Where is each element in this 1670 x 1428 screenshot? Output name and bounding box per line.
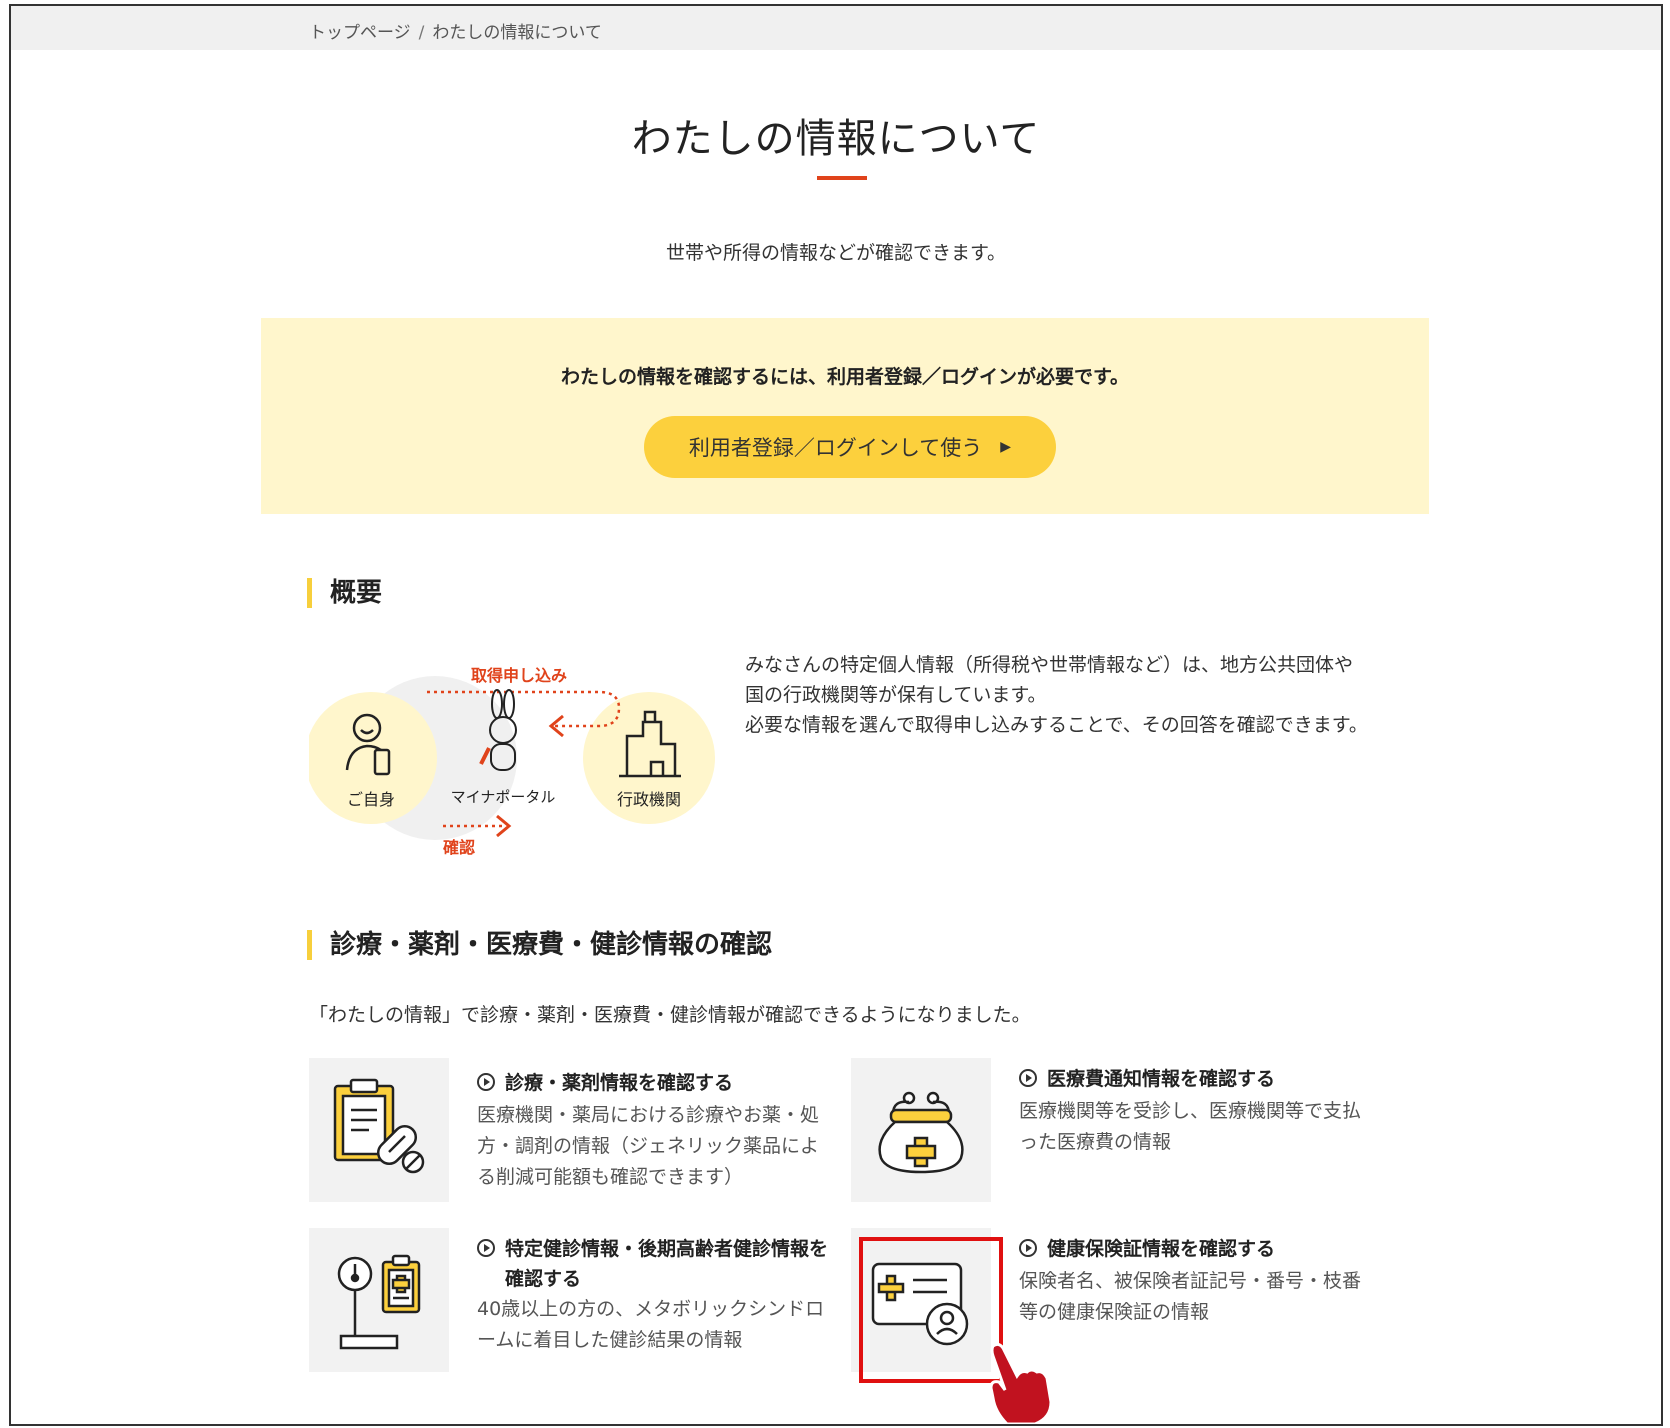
card-link-label: 確認する: [505, 1268, 582, 1290]
login-button-label: 利用者登録／ログインして使う: [688, 436, 983, 460]
card-link-label: 健康保険証情報を確認する: [1047, 1238, 1276, 1260]
title-underline: [817, 176, 867, 180]
card-desc-line: る削減可能額も確認できます）: [477, 1166, 744, 1188]
login-button[interactable]: 利用者登録／ログインして使う ▶: [644, 416, 1056, 478]
card-link-label: 特定健診情報・後期高齢者健診情報を: [505, 1238, 829, 1260]
diagram-portal-label: マイナポータル: [450, 788, 556, 806]
circle-play-icon: [477, 1073, 495, 1091]
card-desc-line: 医療機関・薬局における診療やお薬・処: [477, 1104, 820, 1126]
card-description: 医療機関・薬局における診療やお薬・処 方・調剤の情報（ジェネリック薬品によ る削…: [477, 1100, 819, 1193]
overview-line: 必要な情報を選んで取得申し込みすることで、その回答を確認できます。: [745, 714, 1368, 736]
card-desc-line: 方・調剤の情報（ジェネリック薬品によ: [477, 1135, 820, 1157]
card-desc-line: 医療機関等を受診し、医療機関等で支払: [1019, 1100, 1362, 1122]
clipboard-pills-icon[interactable]: [309, 1058, 449, 1202]
overview-description: みなさんの特定個人情報（所得税や世帯情報など）は、地方公共団体や 国の行政機関等…: [745, 650, 1385, 740]
diagram-bottom-arrow-label: 確認: [443, 838, 476, 857]
diagram-agency-label: 行政機関: [616, 790, 681, 809]
breadcrumb-separator: /: [418, 23, 425, 43]
login-notice-text: わたしの情報を確認するには、利用者登録／ログインが必要です。: [560, 366, 1130, 388]
overview-heading: 概要: [307, 578, 382, 608]
card-description: 保険者名、被保険者証記号・番号・枝番 等の健康保険証の情報: [1019, 1266, 1361, 1328]
view-health-checkup-link[interactable]: 特定健診情報・後期高齢者健診情報を: [477, 1234, 828, 1261]
page-subtitle: 世帯や所得の情報などが確認できます。: [665, 242, 1007, 264]
diagram-self-label: ご自身: [346, 790, 395, 809]
breadcrumb-home-link[interactable]: トップページ: [309, 23, 411, 43]
browser-frame: トップページ / わたしの情報について わたしの情報について 世帯や所得の情報などが…: [9, 4, 1663, 1426]
play-arrow-icon: ▶: [1000, 439, 1012, 455]
card-link-label: 診療・薬剤情報を確認する: [505, 1072, 734, 1094]
card-description: 医療機関等を受診し、医療機関等で支払 った医療費の情報: [1019, 1096, 1361, 1158]
scale-clipboard-icon[interactable]: [309, 1228, 449, 1372]
card-desc-line: った医療費の情報: [1019, 1131, 1172, 1153]
circle-play-icon: [1019, 1069, 1037, 1087]
view-medical-prescription-link[interactable]: 診療・薬剤情報を確認する: [477, 1068, 733, 1095]
medical-intro: 「わたしの情報」で診療・薬剤・医療費・健診情報が確認できるようになりました。: [309, 1004, 1031, 1026]
overview-line: 国の行政機関等が保有しています。: [745, 684, 1047, 706]
card-desc-line: ームに着目した健診結果の情報: [477, 1329, 743, 1351]
breadcrumb-bar: トップページ / わたしの情報について: [11, 6, 1661, 50]
breadcrumb-current: わたしの情報について: [432, 23, 602, 43]
card-desc-line: 等の健康保険証の情報: [1019, 1301, 1210, 1323]
card-desc-line: 保険者名、被保険者証記号・番号・枝番: [1019, 1270, 1362, 1292]
page-title: わたしの情報について: [631, 116, 1041, 162]
view-insurance-card-link[interactable]: 健康保険証情報を確認する: [1019, 1234, 1275, 1261]
overview-diagram: 取得申し込み ご自身 マイナポータル 行政機関 確認: [305, 646, 729, 866]
highlight-box: [859, 1237, 1003, 1383]
breadcrumb: トップページ / わたしの情報について: [309, 18, 602, 43]
wallet-cross-icon[interactable]: [851, 1058, 991, 1202]
medical-heading: 診療・薬剤・医療費・健診情報の確認: [307, 930, 772, 960]
hand-pointer-icon: [987, 1342, 1057, 1424]
view-health-checkup-link-continued[interactable]: 確認する: [505, 1264, 581, 1291]
diagram-top-arrow-label: 取得申し込み: [471, 666, 568, 685]
overview-line: みなさんの特定個人情報（所得税や世帯情報など）は、地方公共団体や: [745, 654, 1354, 676]
card-description: 40歳以上の方の、メタボリックシンドロ ームに着目した健診結果の情報: [477, 1294, 824, 1356]
login-notice-panel: わたしの情報を確認するには、利用者登録／ログインが必要です。 利用者登録／ログイ…: [261, 318, 1429, 514]
view-medical-expense-link[interactable]: 医療費通知情報を確認する: [1019, 1064, 1275, 1091]
circle-play-icon: [477, 1239, 495, 1257]
card-desc-line: 40歳以上の方の、メタボリックシンドロ: [477, 1298, 825, 1320]
circle-play-icon: [1019, 1239, 1037, 1257]
card-link-label: 医療費通知情報を確認する: [1047, 1068, 1276, 1090]
